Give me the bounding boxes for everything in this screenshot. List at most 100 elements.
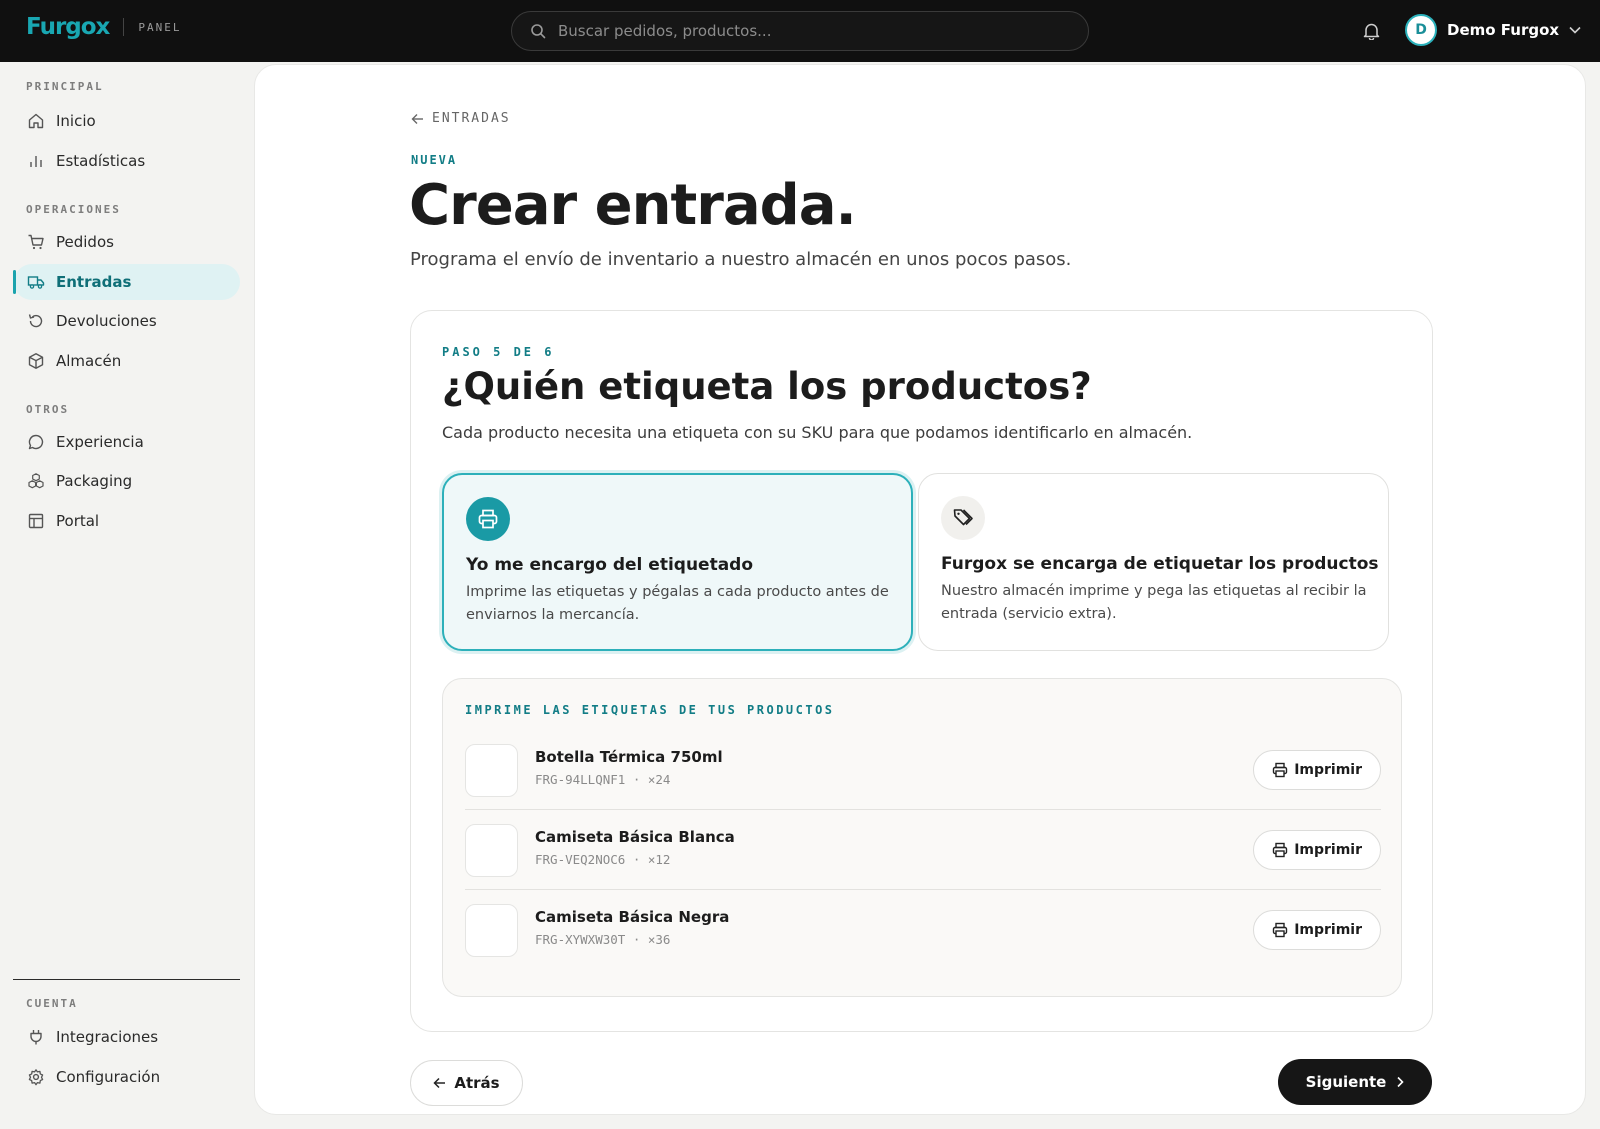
sidebar-section-title: OTROS	[26, 403, 70, 416]
plug-icon	[26, 1027, 46, 1047]
sidebar: PRINCIPAL Inicio Estadísticas OPERACIONE…	[0, 62, 254, 1129]
notifications-bell-icon[interactable]	[1360, 20, 1382, 42]
brand[interactable]: Furgox PANEL	[26, 14, 182, 40]
sidebar-item-configuracion[interactable]: Configuración	[14, 1059, 240, 1095]
product-name: Camiseta Básica Negra	[535, 908, 730, 926]
sidebar-item-portal[interactable]: Portal	[14, 503, 240, 539]
print-label-button[interactable]: Imprimir	[1253, 910, 1381, 950]
chevron-right-icon	[1397, 1076, 1404, 1088]
main-content: ENTRADAS NUEVA Crear entrada. Programa e…	[254, 64, 1586, 1115]
option-self-labeling[interactable]: Yo me encargo del etiquetado Imprime las…	[442, 473, 913, 651]
print-label-button-label: Imprimir	[1294, 762, 1362, 778]
print-label-button[interactable]: Imprimir	[1253, 750, 1381, 790]
print-label-button-label: Imprimir	[1294, 842, 1362, 858]
user-name[interactable]: Demo Furgox	[1447, 21, 1559, 39]
sidebar-section-title: CUENTA	[26, 997, 78, 1010]
box-icon	[26, 351, 46, 371]
print-labels-title: IMPRIME LAS ETIQUETAS DE TUS PRODUCTOS	[465, 703, 835, 717]
brand-logo[interactable]: Furgox	[26, 14, 110, 40]
product-row: Botella Térmica 750ml FRG-94LLQNF1 · ×24…	[465, 730, 1381, 810]
search-icon	[531, 24, 546, 39]
printer-icon	[1272, 762, 1288, 778]
product-sku-quantity: FRG-XYWXW30T · ×36	[535, 932, 671, 947]
step-card: PASO 5 DE 6 ¿Quién etiqueta los producto…	[410, 310, 1433, 1032]
back-button-label: Atrás	[454, 1074, 500, 1092]
sidebar-item-devoluciones[interactable]: Devoluciones	[14, 303, 240, 339]
sidebar-item-integraciones[interactable]: Integraciones	[14, 1019, 240, 1055]
panel-label: PANEL	[138, 20, 182, 34]
page-title: Crear entrada.	[409, 173, 857, 238]
product-thumbnail	[465, 904, 518, 957]
step-description: Cada producto necesita una etiqueta con …	[442, 423, 1193, 442]
print-label-button[interactable]: Imprimir	[1253, 830, 1381, 870]
page-eyebrow: NUEVA	[411, 153, 458, 167]
product-thumbnail	[465, 744, 518, 797]
tags-icon	[941, 496, 985, 540]
sidebar-item-almacen[interactable]: Almacén	[14, 343, 240, 379]
option-description: Imprime las etiquetas y pégalas a cada p…	[466, 584, 889, 623]
next-button[interactable]: Siguiente	[1278, 1059, 1432, 1105]
back-button[interactable]: Atrás	[410, 1060, 523, 1106]
product-thumbnail	[465, 824, 518, 877]
return-icon	[26, 311, 46, 331]
sidebar-item-label: Devoluciones	[56, 312, 157, 330]
sidebar-item-pedidos[interactable]: Pedidos	[14, 224, 240, 260]
cart-icon	[26, 232, 46, 252]
breadcrumb-back-link[interactable]: ENTRADAS	[411, 111, 511, 126]
avatar[interactable]: D	[1405, 14, 1437, 46]
next-button-label: Siguiente	[1305, 1073, 1387, 1091]
step-title: ¿Quién etiqueta los productos?	[442, 365, 1092, 408]
step-indicator: PASO 5 DE 6	[442, 345, 555, 359]
sidebar-item-label: Packaging	[56, 472, 133, 490]
printer-icon	[1272, 922, 1288, 938]
sidebar-item-packaging[interactable]: Packaging	[14, 463, 240, 499]
sidebar-item-label: Pedidos	[56, 233, 114, 251]
print-labels-panel: IMPRIME LAS ETIQUETAS DE TUS PRODUCTOS B…	[442, 678, 1402, 997]
home-icon	[26, 111, 46, 131]
search-input[interactable]	[558, 22, 1058, 40]
search-bar[interactable]	[511, 11, 1089, 51]
sidebar-section-title: PRINCIPAL	[26, 80, 104, 93]
option-title: Yo me encargo del etiquetado	[466, 555, 754, 575]
sidebar-item-label: Experiencia	[56, 433, 144, 451]
sidebar-item-entradas[interactable]: Entradas	[13, 264, 240, 300]
sidebar-item-label: Portal	[56, 512, 100, 530]
sidebar-divider	[13, 979, 240, 980]
chat-icon	[26, 432, 46, 452]
sidebar-item-label: Inicio	[56, 112, 96, 130]
product-sku-quantity: FRG-94LLQNF1 · ×24	[535, 772, 671, 787]
sidebar-item-experiencia[interactable]: Experiencia	[14, 424, 240, 460]
option-description: Nuestro almacén imprime y pega las etiqu…	[941, 583, 1367, 622]
product-name: Botella Térmica 750ml	[535, 748, 723, 766]
truck-icon	[26, 272, 46, 292]
layout-icon	[26, 511, 46, 531]
user-menu[interactable]: D Demo Furgox	[1405, 14, 1581, 46]
sidebar-item-estadisticas[interactable]: Estadísticas	[14, 143, 240, 179]
top-bar: Furgox PANEL D Demo Furgox	[0, 0, 1600, 62]
product-row: Camiseta Básica Negra FRG-XYWXW30T · ×36…	[465, 890, 1381, 970]
printer-icon	[466, 497, 510, 541]
printer-icon	[1272, 842, 1288, 858]
page-subtitle: Programa el envío de inventario a nuestr…	[410, 249, 1072, 270]
sidebar-section-title: OPERACIONES	[26, 203, 121, 216]
product-name: Camiseta Básica Blanca	[535, 828, 735, 846]
sidebar-item-label: Almacén	[56, 352, 122, 370]
product-sku-quantity: FRG-VEQ2NOC6 · ×12	[535, 852, 671, 867]
arrow-left-icon	[433, 1077, 446, 1089]
sidebar-item-label: Entradas	[56, 273, 132, 291]
bar-chart-icon	[26, 151, 46, 171]
option-furgox-labeling[interactable]: Furgox se encarga de etiquetar los produ…	[918, 473, 1389, 651]
print-label-button-label: Imprimir	[1294, 922, 1362, 938]
arrow-left-icon	[411, 113, 423, 124]
brand-divider	[123, 18, 125, 36]
sidebar-item-label: Configuración	[56, 1068, 161, 1086]
sidebar-item-label: Estadísticas	[56, 152, 146, 170]
sidebar-item-label: Integraciones	[56, 1028, 159, 1046]
sidebar-item-inicio[interactable]: Inicio	[14, 103, 240, 139]
gear-icon	[26, 1067, 46, 1087]
chevron-down-icon[interactable]	[1569, 26, 1581, 34]
option-title: Furgox se encarga de etiquetar los produ…	[941, 554, 1379, 574]
breadcrumb-label: ENTRADAS	[432, 111, 511, 126]
boxes-icon	[26, 471, 46, 491]
product-row: Camiseta Básica Blanca FRG-VEQ2NOC6 · ×1…	[465, 810, 1381, 890]
